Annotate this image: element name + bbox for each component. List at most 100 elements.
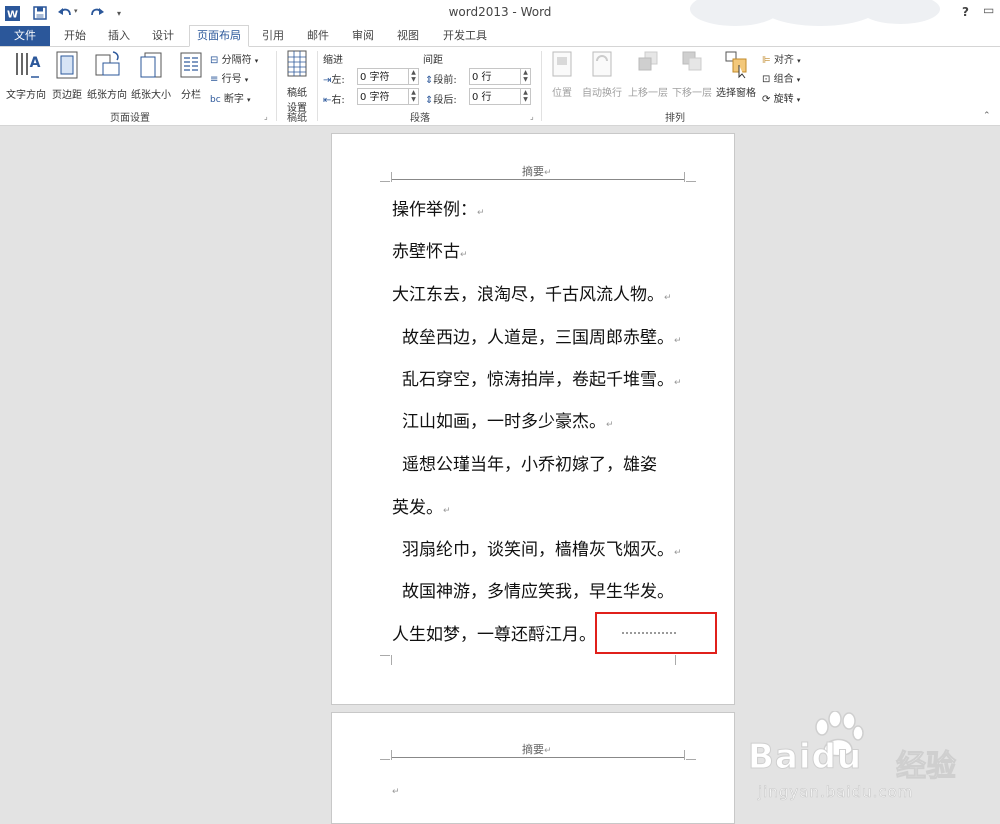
selection-pane-button[interactable]: 选择窗格	[714, 49, 758, 99]
paragraph-launcher-icon[interactable]: ⌟	[530, 113, 538, 121]
spinner-arrows-icon[interactable]: ▲ ▼	[520, 89, 530, 104]
tab-home[interactable]: 开始	[57, 26, 93, 46]
tab-developer[interactable]: 开发工具	[437, 26, 493, 46]
title-bar: W ▾ ▾ word2013 - Word ? ▭	[0, 0, 1000, 26]
paragraph-mark: ↵	[674, 336, 682, 346]
paragraph-text: 人生如梦，一尊还酹江月。	[392, 625, 596, 645]
paragraph[interactable]: 故垒西边，人道是，三国周郎赤壁。↵	[402, 323, 682, 348]
paragraph[interactable]: 江山如画，一时多少豪杰。↵	[402, 407, 614, 432]
draft-settings-button[interactable]: 稿纸 设置	[282, 49, 312, 114]
paragraph-mark: ↵	[664, 293, 672, 303]
align-icon: ⊫	[762, 55, 771, 66]
paragraph-text: 操作举例：	[392, 200, 477, 220]
group-separator	[276, 51, 277, 121]
hyphenation-icon: bc	[210, 95, 221, 105]
text-direction-button[interactable]: A 文字方向	[4, 49, 48, 101]
group-button[interactable]: ⊡ 组合 ▾	[762, 70, 800, 85]
paragraph-text: 乱石穿空，惊涛拍岸，卷起千堆雪。	[402, 370, 674, 390]
tab-file[interactable]: 文件	[0, 26, 50, 46]
align-button[interactable]: ⊫ 对齐 ▾	[762, 51, 801, 66]
rotate-label: 旋转	[773, 94, 794, 105]
paragraph[interactable]: 赤壁怀古↵	[392, 237, 468, 262]
line-numbers-button[interactable]: ≡ 行号 ▾	[210, 70, 248, 85]
page-setup-launcher-icon[interactable]: ⌟	[264, 113, 272, 121]
group-separator	[317, 51, 318, 121]
indent-right-input[interactable]: 0 字符 ▲ ▼	[357, 88, 419, 105]
paragraph-mark: ↵	[544, 746, 552, 756]
paragraph-text: 遥想公瑾当年，小乔初嫁了，雄姿	[402, 455, 657, 475]
tab-view[interactable]: 视图	[390, 26, 426, 46]
header-border-line	[391, 757, 685, 758]
watermark-suffix: 经验	[896, 749, 957, 785]
paragraph[interactable]: 乱石穿空，惊涛拍岸，卷起千堆雪。↵	[402, 365, 682, 390]
wrap-text-icon	[580, 49, 624, 82]
spacing-title: 间距	[423, 55, 443, 66]
paragraph-mark: ↵	[460, 250, 468, 260]
highlight-box	[595, 612, 717, 654]
tab-references[interactable]: 引用	[255, 26, 291, 46]
paragraph[interactable]: 遥想公瑾当年，小乔初嫁了，雄姿	[402, 450, 657, 475]
margin-corner-mark	[684, 750, 685, 760]
page-header[interactable]: 摘要↵	[522, 163, 552, 179]
spinner-arrows-icon[interactable]: ▲ ▼	[520, 69, 530, 84]
size-button[interactable]: 纸张大小	[130, 49, 172, 101]
paragraph-mark: ↵	[443, 506, 451, 516]
ribbon-display-options-icon[interactable]: ▭	[983, 3, 994, 17]
size-icon	[130, 49, 172, 84]
baidu-jingyan-watermark: Baidu 经验 jingyan.baidu.com	[747, 711, 988, 803]
indent-left-label: ⇥左:	[323, 71, 345, 86]
ribbon: A 文字方向 页边距 纸张方向 纸张大小 分栏 ⊟ 分隔符 ▾ ≡ 行号 ▾ b…	[0, 47, 1000, 126]
breaks-button[interactable]: ⊟ 分隔符 ▾	[210, 51, 258, 66]
document-page-1[interactable]: 摘要↵ 操作举例：↵ 赤壁怀古↵ 大江东去，浪淘尽，千古风流人物。↵ 故垒西边，…	[331, 133, 735, 705]
spinner-arrows-icon[interactable]: ▲ ▼	[408, 89, 418, 104]
indent-title: 缩进	[323, 55, 343, 66]
orientation-label: 纸张方向	[87, 90, 127, 101]
margin-corner-mark	[380, 759, 390, 760]
group-separator	[541, 51, 542, 121]
breaks-label: 分隔符	[221, 55, 252, 66]
paragraph[interactable]: 故国神游，多情应笑我，早生华发。	[402, 577, 674, 602]
spacing-before-label: ⇕段前:	[425, 71, 457, 86]
group-label: 组合	[773, 74, 794, 85]
margin-corner-mark	[686, 759, 696, 760]
spinner-arrows-icon[interactable]: ▲ ▼	[408, 69, 418, 84]
selection-pane-label: 选择窗格	[716, 88, 756, 99]
document-page-2[interactable]: 摘要↵ ↵	[331, 712, 735, 824]
wrap-text-button[interactable]: 自动换行	[580, 49, 624, 99]
hyphenation-button[interactable]: bc 断字 ▾	[210, 90, 251, 105]
paragraph[interactable]: 羽扇纶巾，谈笑间，樯橹灰飞烟灭。↵	[402, 535, 682, 560]
margin-corner-mark	[391, 750, 392, 760]
columns-button[interactable]: 分栏	[176, 49, 206, 101]
rotate-button[interactable]: ⟳ 旋转 ▾	[762, 90, 800, 105]
spacing-after-input[interactable]: 0 行 ▲ ▼	[469, 88, 531, 105]
tab-design[interactable]: 设计	[145, 26, 181, 46]
spacing-before-text: 段前:	[433, 75, 457, 86]
paragraph-group-label: 段落	[410, 113, 430, 124]
paragraph[interactable]: 操作举例：↵	[392, 195, 485, 220]
orientation-button[interactable]: 纸张方向	[86, 49, 128, 101]
paragraph[interactable]: 人生如梦，一尊还酹江月。	[392, 620, 596, 645]
bring-forward-button[interactable]: 上移一层	[626, 49, 670, 99]
text-direction-icon: A	[4, 49, 48, 84]
help-button[interactable]: ?	[962, 5, 969, 19]
page-header-text: 摘要	[522, 165, 544, 178]
paragraph[interactable]: 英发。↵	[392, 493, 451, 518]
position-button[interactable]: 位置	[546, 49, 578, 99]
ribbon-tab-bar: 文件 开始 插入 设计 页面布局 引用 邮件 审阅 视图 开发工具	[0, 25, 1000, 47]
tab-review[interactable]: 审阅	[345, 26, 381, 46]
indent-right-text: 右:	[331, 95, 345, 106]
send-backward-button[interactable]: 下移一层	[670, 49, 714, 99]
page-header[interactable]: 摘要↵	[522, 741, 552, 757]
tab-insert[interactable]: 插入	[101, 26, 137, 46]
collapse-ribbon-icon[interactable]: ⌃	[983, 111, 991, 121]
tab-page-layout[interactable]: 页面布局	[189, 25, 249, 47]
tab-mailings[interactable]: 邮件	[300, 26, 336, 46]
paragraph[interactable]: ↵	[392, 779, 400, 799]
paragraph[interactable]: 大江东去，浪淘尽，千古风流人物。↵	[392, 280, 672, 305]
paragraph-text: 英发。	[392, 498, 443, 518]
paragraph-text: 羽扇纶巾，谈笑间，樯橹灰飞烟灭。	[402, 540, 674, 560]
margins-button[interactable]: 页边距	[50, 49, 84, 101]
paragraph-text: 故垒西边，人道是，三国周郎赤壁。	[402, 328, 674, 348]
indent-left-input[interactable]: 0 字符 ▲ ▼	[357, 68, 419, 85]
spacing-before-input[interactable]: 0 行 ▲ ▼	[469, 68, 531, 85]
